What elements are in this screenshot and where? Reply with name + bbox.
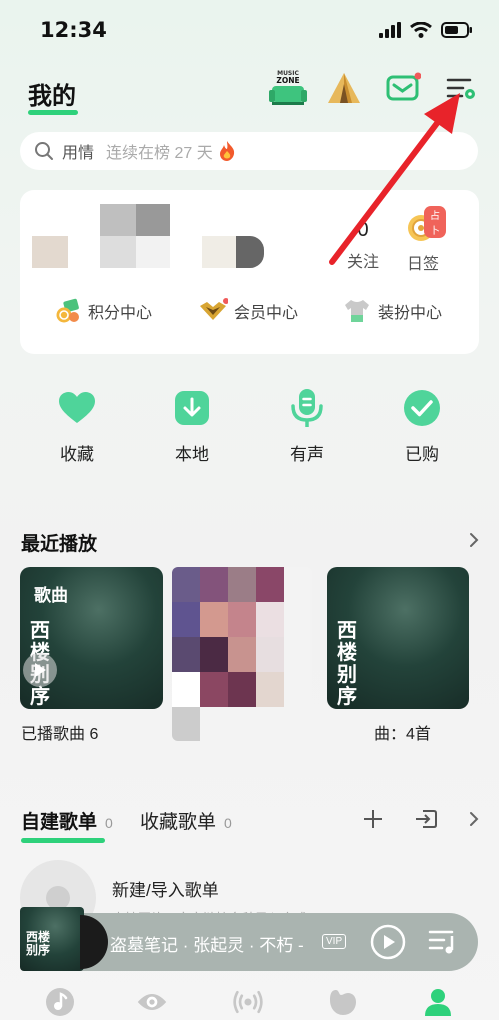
avatar[interactable]: [32, 236, 68, 268]
play-circle-icon[interactable]: [370, 924, 406, 960]
vip-center-label: 会员中心: [234, 305, 299, 322]
tab-label: 收藏歌单: [140, 812, 217, 833]
points-center-label: 积分中心: [88, 305, 153, 322]
microphone-icon: [287, 388, 327, 428]
heart-icon: [57, 388, 97, 428]
eye-icon[interactable]: [136, 986, 168, 1018]
chevron-right-icon[interactable]: [468, 531, 480, 549]
dress-center-button[interactable]: 装扮中心: [342, 298, 442, 324]
follow-count: 0: [357, 219, 369, 241]
page-title: 我的: [28, 82, 76, 110]
chevron-right-icon[interactable]: [468, 810, 480, 828]
check-icon: [402, 388, 442, 428]
signal-icon: [379, 22, 401, 38]
header: 我的 MUSIC ZONE: [0, 62, 499, 118]
player-cover[interactable]: 西楼别序: [20, 907, 84, 971]
download-icon: [172, 388, 212, 428]
settings-menu-icon[interactable]: [440, 68, 480, 108]
favorites-label: 收藏: [60, 445, 94, 464]
tab-count: 0: [224, 815, 232, 831]
local-button[interactable]: 本地: [157, 388, 227, 465]
playlist-tabs: 自建歌单 0 收藏歌单 0: [20, 805, 480, 845]
import-icon[interactable]: [414, 808, 438, 830]
battery-icon: [441, 22, 472, 38]
checkin-stat[interactable]: 占卜 日签: [400, 206, 446, 274]
audio-label: 有声: [290, 445, 324, 464]
track-title: 盗墓笔记 · 张起灵 · 不朽 -: [110, 936, 304, 955]
album-cover: 歌曲 西楼别序: [20, 567, 163, 709]
recent-card[interactable]: 歌曲 西楼别序: [20, 567, 163, 709]
search-keyword: 用情: [62, 145, 95, 162]
music-zone-icon[interactable]: MUSIC ZONE: [266, 68, 310, 108]
recent-card-caption: 曲：4首: [374, 726, 431, 743]
cover-text: 西楼别序: [26, 930, 51, 957]
purchased-label: 已购: [405, 445, 439, 464]
vinyl-edge: [80, 915, 108, 969]
new-playlist-row[interactable]: 新建/导入歌单 支持图片、文字链接多种导入方式: [20, 860, 478, 936]
favorites-button[interactable]: 收藏: [42, 388, 112, 465]
checkin-icon: 占卜: [400, 206, 446, 242]
local-label: 本地: [175, 445, 209, 464]
tent-icon[interactable]: [324, 68, 364, 108]
recent-card-caption: 已播歌曲 6: [21, 726, 99, 743]
tshirt-icon: [345, 300, 369, 322]
community-icon[interactable]: [327, 986, 359, 1018]
checkin-badge: 占卜: [424, 206, 446, 238]
follow-label: 关注: [346, 254, 379, 271]
tab-label: 自建歌单: [21, 812, 98, 833]
broadcast-icon[interactable]: [232, 986, 264, 1018]
recent-card[interactable]: 西楼别序: [327, 567, 469, 709]
tab-count: 0: [105, 815, 113, 831]
album-cover: 西楼别序: [327, 567, 469, 709]
play-button[interactable]: [23, 653, 57, 687]
search-hint: 连续在榜 27 天: [106, 145, 213, 162]
tab-created-playlists[interactable]: 自建歌单 0: [21, 807, 113, 843]
playlist-queue-icon[interactable]: [428, 928, 458, 956]
checkin-label: 日签: [406, 256, 439, 273]
card-overlay-label: 歌曲: [34, 586, 68, 605]
recent-section-title: 最近播放: [21, 534, 98, 555]
new-playlist-label: 新建/导入歌单: [112, 881, 219, 900]
audio-button[interactable]: 有声: [272, 388, 342, 465]
status-bar: 12:34: [0, 0, 499, 60]
svg-text:ZONE: ZONE: [276, 76, 299, 85]
recent-card-blurred[interactable]: [172, 567, 312, 741]
mosaic-cover: [172, 567, 312, 741]
status-icons: [379, 22, 473, 38]
avatar-blur: [100, 236, 136, 268]
bottom-nav: [0, 978, 499, 1020]
profile-icon[interactable]: [422, 986, 454, 1018]
wifi-icon: [410, 22, 432, 38]
points-center-button[interactable]: 积分中心: [54, 298, 152, 324]
add-icon[interactable]: [362, 808, 384, 830]
tab-underline: [21, 838, 105, 843]
avatar-blur: [100, 204, 136, 236]
fire-icon: [219, 141, 234, 161]
purchased-button[interactable]: 已购: [387, 388, 457, 465]
username-blur: [202, 236, 236, 268]
avatar-blur: [136, 236, 170, 268]
coins-icon: [56, 298, 79, 323]
username-blur: [236, 236, 264, 268]
vip-badge: VIP: [322, 934, 347, 949]
mail-icon[interactable]: [383, 68, 423, 108]
profile-card: 0 关注 占卜 日签 积分中心 会员中心 装扮中心: [20, 190, 479, 354]
vip-crown-icon: [200, 298, 228, 320]
avatar-blur: [136, 204, 170, 236]
mini-player[interactable]: 西楼别序 盗墓笔记 · 张起灵 · 不朽 - VIP: [20, 907, 478, 971]
dress-center-label: 装扮中心: [378, 305, 443, 322]
search-bar[interactable]: 用情 连续在榜 27 天: [20, 132, 478, 170]
search-icon: [35, 142, 53, 160]
status-time: 12:34: [40, 18, 107, 42]
album-calligraphy: 西楼别序: [337, 618, 357, 708]
music-note-icon[interactable]: [44, 986, 76, 1018]
tab-collected-playlists[interactable]: 收藏歌单 0: [140, 807, 232, 834]
title-underline: [28, 110, 78, 115]
follow-stat[interactable]: 0 关注: [342, 218, 384, 272]
play-icon: [35, 663, 46, 677]
vip-center-button[interactable]: 会员中心: [198, 298, 298, 324]
